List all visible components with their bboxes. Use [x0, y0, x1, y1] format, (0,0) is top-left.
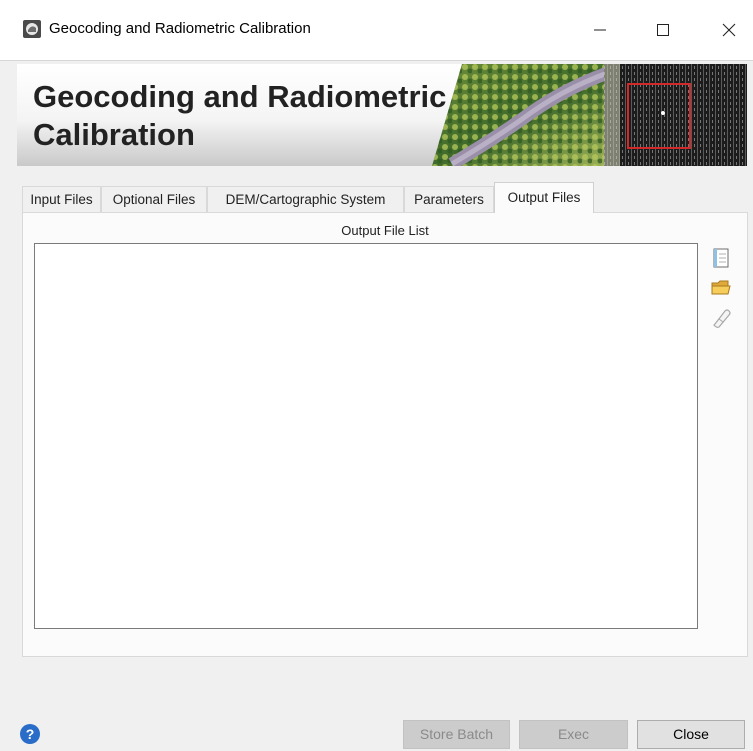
- satellite-image-banner: [432, 64, 747, 166]
- header-banner: Geocoding and Radiometric Calibration: [17, 64, 747, 166]
- tab-input-files[interactable]: Input Files: [22, 186, 101, 212]
- banner-title: Geocoding and Radiometric Calibration: [33, 79, 447, 152]
- new-file-icon[interactable]: [710, 247, 732, 269]
- minimize-button[interactable]: [577, 12, 623, 48]
- tab-output-files[interactable]: Output Files: [494, 182, 594, 213]
- close-button[interactable]: Close: [637, 720, 745, 749]
- output-file-list[interactable]: [34, 243, 698, 629]
- maximize-button[interactable]: [640, 12, 686, 48]
- minimize-icon: [594, 29, 606, 31]
- maximize-icon: [657, 24, 669, 36]
- close-window-button[interactable]: [706, 12, 752, 48]
- store-batch-button[interactable]: Store Batch: [403, 720, 510, 749]
- output-file-list-label: Output File List: [341, 223, 429, 238]
- window-title: Geocoding and Radiometric Calibration: [49, 20, 311, 37]
- help-icon[interactable]: ?: [20, 724, 40, 744]
- tab-optional-files[interactable]: Optional Files: [101, 186, 207, 212]
- open-folder-icon[interactable]: [710, 276, 732, 298]
- exec-button[interactable]: Exec: [519, 720, 628, 749]
- output-files-panel: Output File List: [22, 212, 748, 657]
- tab-parameters[interactable]: Parameters: [404, 186, 494, 212]
- tab-dem-cartographic-system[interactable]: DEM/Cartographic System: [207, 186, 404, 212]
- clear-eraser-icon[interactable]: [710, 307, 732, 329]
- window-title-bar[interactable]: Geocoding and Radiometric Calibration: [0, 0, 753, 61]
- close-icon: [722, 23, 736, 37]
- app-icon: [23, 20, 41, 38]
